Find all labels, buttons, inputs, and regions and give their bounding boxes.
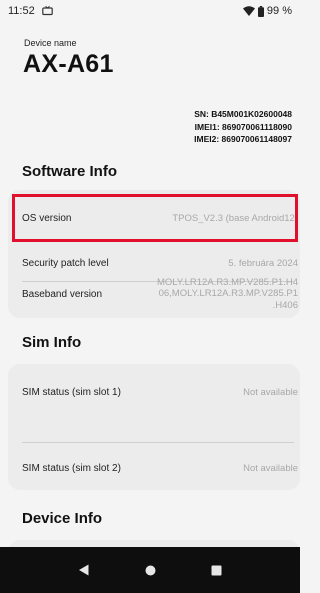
sim-slot-1-row[interactable]: SIM status (sim slot 1) Not available: [22, 374, 298, 410]
sim-slot-2-value: Not available: [243, 462, 298, 474]
imei1: IMEI1: 869070061118090: [194, 121, 292, 132]
baseband-value-line-2: 06,MOLY.LR12A.R3.MP.V285.P1: [158, 288, 298, 300]
battery-icon: [257, 5, 264, 17]
clock: 11:52: [8, 5, 35, 17]
software-info-title: Software Info: [22, 163, 118, 180]
serial-number: SN: B45M001K02600048: [194, 109, 292, 119]
security-patch-label: Security patch level: [22, 257, 109, 269]
sim-slot-1-value: Not available: [243, 386, 298, 398]
status-bar-right: 99 %: [242, 5, 292, 17]
device-info-title: Device Info: [22, 510, 103, 527]
highlight-box: [12, 194, 298, 242]
status-bar: 11:52 99 %: [0, 0, 300, 22]
tv-icon: [41, 5, 53, 16]
baseband-value-line-3: .H406: [272, 299, 298, 311]
imei2: IMEI2: 869070061148097: [194, 134, 292, 144]
status-bar-left: 11:52: [8, 5, 53, 17]
sim-info-card: SIM status (sim slot 1) Not available SI…: [8, 364, 300, 490]
device-identifiers: SN: B45M001K02600048 IMEI1: 869070061118…: [194, 108, 292, 146]
sim-slot-2-row[interactable]: SIM status (sim slot 2) Not available: [22, 450, 298, 486]
navigation-bar: [0, 547, 300, 593]
divider: [22, 442, 294, 443]
sim-info-title: Sim Info: [22, 334, 82, 351]
sim-slot-1-label: SIM status (sim slot 1): [22, 386, 121, 398]
home-circle-icon[interactable]: [145, 565, 156, 576]
device-name-label: Device name: [24, 38, 77, 48]
baseband-row[interactable]: Baseband version MOLY.LR12A.R3.MP.V285.P…: [22, 274, 298, 314]
baseband-value-line-1: MOLY.LR12A.R3.MP.V285.P1.H4: [157, 276, 298, 288]
recents-square-icon[interactable]: [211, 565, 222, 576]
baseband-label: Baseband version: [22, 288, 103, 300]
baseband-value: MOLY.LR12A.R3.MP.V285.P1.H4 06,MOLY.LR12…: [157, 277, 298, 312]
sim-slot-2-label: SIM status (sim slot 2): [22, 462, 121, 474]
battery-percentage: 99 %: [266, 5, 292, 17]
wifi-signal-icon: [242, 6, 255, 16]
back-triangle-icon[interactable]: [78, 564, 90, 576]
security-patch-value: 5. februára 2024: [228, 257, 298, 269]
device-model[interactable]: AX-A61: [23, 50, 114, 79]
